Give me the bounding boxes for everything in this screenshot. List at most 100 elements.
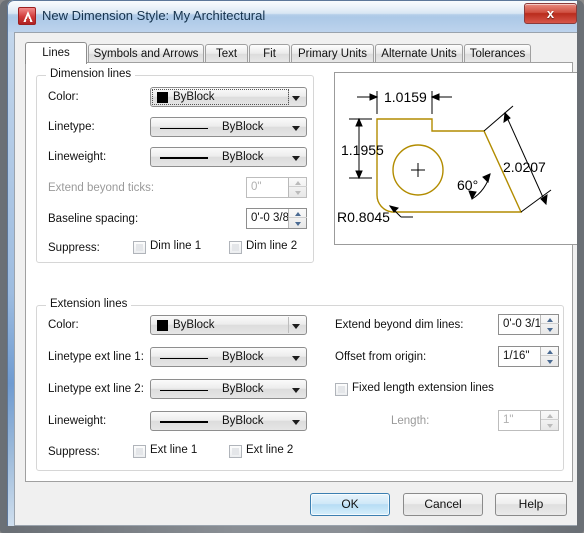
checkbox-fixed-length-label: Fixed length extension lines — [352, 382, 494, 394]
label-ext-color: Color: — [48, 319, 79, 331]
spinner-offset-from-origin-value: 1/16" — [503, 350, 530, 362]
group-extension-lines: Extension lines Color: ByBlock Linetype … — [36, 298, 564, 471]
label-dim-linetype: Linetype: — [48, 121, 95, 133]
checkbox-suppress-ext-line-1-label: Ext line 1 — [150, 444, 198, 456]
autocad-logo-icon — [18, 7, 36, 25]
label-ext-linetype-1: Linetype ext line 1: — [48, 351, 144, 363]
linetype-preview-line — [160, 390, 208, 391]
combo-ext-color-value: ByBlock — [173, 319, 215, 331]
spinner-up-icon[interactable] — [289, 209, 307, 218]
dimension-style-preview: 1.0159 1.1955 2.0207 60° R0.8045 — [334, 72, 577, 245]
label-length: Length: — [391, 415, 430, 427]
tab-strip: Lines Symbols and Arrows Text Fit Primar… — [25, 42, 573, 64]
spinner-extend-beyond-dim-lines[interactable]: 0'-0 3/16" — [498, 314, 559, 335]
color-swatch-ext — [157, 320, 168, 331]
tab-page-lines: Dimension lines Color: ByBlock Linetype:… — [25, 62, 577, 482]
combo-ext-linetype-1[interactable]: ByBlock — [150, 347, 307, 367]
label-dim-suppress: Suppress: — [48, 242, 100, 254]
tab-fit[interactable]: Fit — [249, 44, 290, 63]
dialog-client-area: Lines Symbols and Arrows Text Fit Primar… — [14, 32, 577, 526]
spinner-length-value: 1" — [503, 414, 514, 426]
checkbox-suppress-dim-line-2-label: Dim line 2 — [246, 240, 298, 252]
center-mark — [411, 163, 425, 177]
combo-dim-linetype-value: ByBlock — [222, 121, 264, 133]
chevron-down-icon — [292, 356, 300, 361]
ok-button[interactable]: OK — [310, 493, 390, 516]
chevron-down-icon — [292, 420, 300, 425]
spinner-up-icon[interactable] — [289, 178, 307, 187]
part-outline — [376, 118, 523, 213]
tab-tolerances[interactable]: Tolerances — [464, 44, 531, 63]
window-title: New Dimension Style: My Architectural — [42, 8, 266, 23]
group-dimension-lines: Dimension lines Color: ByBlock Linetype:… — [36, 68, 314, 263]
label-ext-linetype-2: Linetype ext line 2: — [48, 383, 144, 395]
spinner-buttons — [540, 411, 559, 430]
spinner-baseline-spacing[interactable]: 0'-0 3/8" — [246, 208, 307, 229]
spinner-baseline-spacing-value: 0'-0 3/8" — [251, 212, 294, 224]
close-button[interactable]: x — [524, 3, 577, 24]
preview-label-vertical: 1.1955 — [341, 142, 384, 158]
spinner-down-icon[interactable] — [289, 188, 307, 197]
label-extend-beyond-ticks: Extend beyond ticks: — [48, 182, 155, 194]
help-button[interactable]: Help — [495, 493, 567, 516]
combo-ext-linetype-2[interactable]: ByBlock — [150, 379, 307, 399]
label-ext-suppress: Suppress: — [48, 446, 100, 458]
group-extension-lines-title: Extension lines — [46, 298, 132, 310]
spinner-buttons — [540, 315, 559, 334]
dialog-window: New Dimension Style: My Architectural x … — [0, 0, 584, 533]
chevron-down-icon — [292, 388, 300, 393]
combo-dim-linetype[interactable]: ByBlock — [150, 117, 307, 137]
checkbox-box — [335, 383, 348, 396]
tab-text[interactable]: Text — [205, 44, 248, 63]
spinner-down-icon[interactable] — [541, 421, 559, 430]
spinner-extend-beyond-ticks[interactable]: 0" — [246, 177, 307, 198]
tab-symbols-and-arrows[interactable]: Symbols and Arrows — [88, 44, 204, 63]
combo-ext-linetype-2-value: ByBlock — [222, 383, 264, 395]
group-dimension-lines-title: Dimension lines — [46, 68, 136, 80]
spinner-extend-beyond-ticks-value: 0" — [251, 181, 262, 193]
checkbox-box — [229, 445, 242, 458]
tab-alternate-units[interactable]: Alternate Units — [375, 44, 463, 63]
linetype-preview-line — [160, 128, 208, 129]
spinner-up-icon[interactable] — [541, 411, 559, 420]
spinner-offset-from-origin[interactable]: 1/16" — [498, 346, 559, 367]
combo-dim-lineweight-value: ByBlock — [222, 151, 264, 163]
combo-dim-color[interactable]: ByBlock — [150, 87, 307, 107]
chevron-down-icon — [292, 156, 300, 161]
focus-ring — [152, 89, 289, 105]
preview-label-horizontal: 1.0159 — [384, 89, 427, 105]
lineweight-preview-line — [160, 157, 208, 159]
combo-ext-linetype-1-value: ByBlock — [222, 351, 264, 363]
preview-label-radius: R0.8045 — [337, 209, 390, 225]
preview-label-angle: 60° — [457, 177, 478, 193]
preview-label-angled: 2.0207 — [503, 159, 546, 175]
spinner-length[interactable]: 1" — [498, 410, 559, 431]
spinner-up-icon[interactable] — [541, 315, 559, 324]
chevron-down-icon — [292, 126, 300, 131]
checkbox-suppress-dim-line-1-label: Dim line 1 — [150, 240, 202, 252]
label-offset-from-origin: Offset from origin: — [335, 351, 427, 363]
title-bar: New Dimension Style: My Architectural x — [7, 0, 577, 32]
spinner-down-icon[interactable] — [541, 325, 559, 334]
preview-drawing: 1.0159 1.1955 2.0207 60° R0.8045 — [337, 89, 552, 225]
spinner-buttons — [288, 178, 307, 197]
checkbox-box — [133, 445, 146, 458]
label-extend-beyond-dim-lines: Extend beyond dim lines: — [335, 319, 464, 331]
spinner-buttons — [288, 209, 307, 228]
tab-lines[interactable]: Lines — [25, 42, 87, 64]
chevron-down-icon — [292, 324, 300, 329]
combo-ext-lineweight[interactable]: ByBlock — [150, 411, 307, 431]
label-dim-lineweight: Lineweight: — [48, 151, 107, 163]
combo-ext-color[interactable]: ByBlock — [150, 315, 307, 335]
spinner-down-icon[interactable] — [541, 357, 559, 366]
checkbox-box — [133, 241, 146, 254]
checkbox-box — [229, 241, 242, 254]
spinner-down-icon[interactable] — [289, 219, 307, 228]
tab-primary-units[interactable]: Primary Units — [291, 44, 374, 63]
spinner-up-icon[interactable] — [541, 347, 559, 356]
checkbox-suppress-ext-line-2-label: Ext line 2 — [246, 444, 294, 456]
linetype-preview-line — [160, 358, 208, 359]
cancel-button[interactable]: Cancel — [403, 493, 483, 516]
combo-dim-lineweight[interactable]: ByBlock — [150, 147, 307, 167]
combo-separator — [288, 317, 289, 333]
